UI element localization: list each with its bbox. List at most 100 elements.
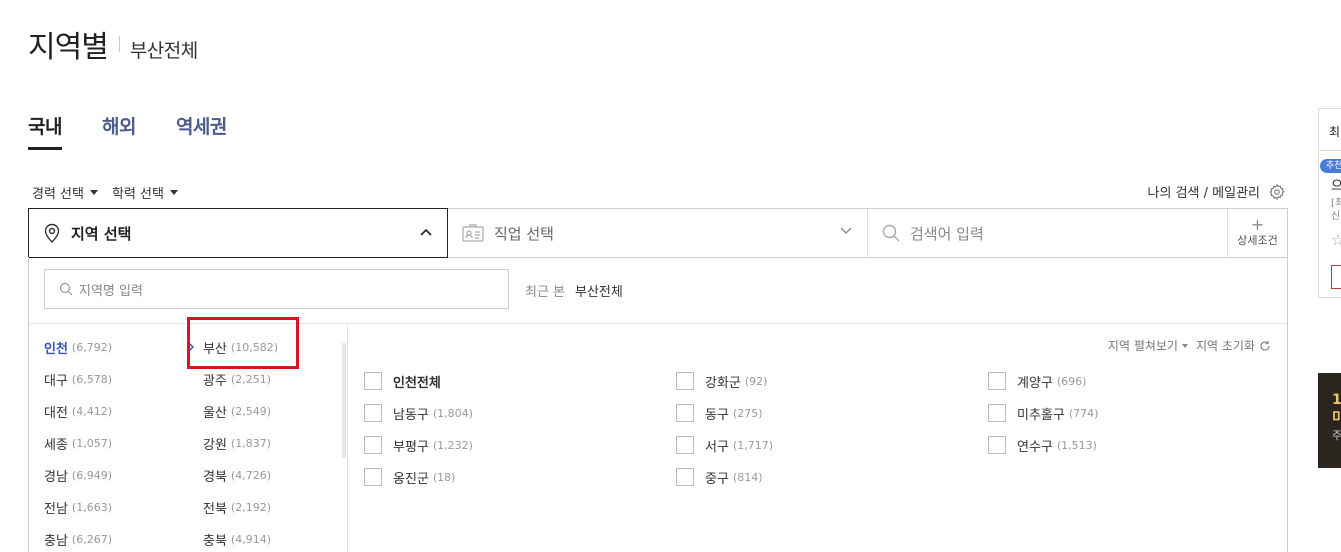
region-item-sejong[interactable]: 세종 (1,057) — [44, 427, 194, 459]
region-item-jeonnam[interactable]: 전남 (1,663) — [44, 491, 194, 523]
ad-text: 미 — [1332, 410, 1341, 426]
detail-conditions-label: 상세조건 — [1237, 234, 1278, 247]
checkbox[interactable] — [364, 404, 382, 422]
career-filter-dropdown[interactable]: 경력 선택 — [32, 183, 98, 202]
tab-station-area[interactable]: 역세권 — [176, 112, 227, 150]
side-widget-subtext: [최 신 — [1331, 197, 1341, 223]
district-item-jung[interactable]: 중구 (814) — [676, 461, 988, 493]
district-item-gyeyang[interactable]: 계양구 (696) — [988, 365, 1300, 397]
caret-down-icon — [169, 190, 178, 195]
star-icon[interactable]: ☆ — [1331, 231, 1341, 249]
district-item-bupyeong[interactable]: 부평구 (1,232) — [364, 429, 676, 461]
checkbox[interactable] — [364, 436, 382, 454]
side-widget-header[interactable]: 최 — [1319, 109, 1341, 151]
detail-conditions-button[interactable]: + 상세조건 — [1227, 209, 1287, 257]
keyword-search-input[interactable]: 검색어 입력 — [868, 209, 1227, 257]
recent-viewed: 최근 본 부산전체 — [525, 281, 623, 300]
checkbox[interactable] — [676, 468, 694, 486]
side-widget-subtext-line: 신 — [1331, 211, 1341, 222]
checkbox[interactable] — [988, 372, 1006, 390]
caret-down-icon — [89, 190, 98, 195]
side-widget-text[interactable]: 으 — [1331, 175, 1341, 194]
district-count: (1,232) — [432, 438, 473, 452]
region-item-count: (1,663) — [71, 500, 112, 514]
district-item-seo[interactable]: 서구 (1,717) — [676, 429, 988, 461]
region-item-count: (1,057) — [71, 436, 112, 450]
my-search-label: 나의 검색 / 메일관리 — [1147, 186, 1260, 201]
checkbox[interactable] — [364, 468, 382, 486]
recent-value-link[interactable]: 부산전체 — [575, 281, 623, 300]
district-item-namdong[interactable]: 남동구 (1,804) — [364, 397, 676, 429]
search-bar: 지역 선택 직업 선택 검색어 입력 + 상세조건 — [28, 208, 1288, 258]
region-item-name: 광주 — [203, 373, 227, 389]
page-title-sub: 부산전체 — [129, 40, 198, 62]
checkbox[interactable] — [364, 372, 382, 390]
region-item-chungbuk[interactable]: 충북 (4,914) — [203, 523, 333, 552]
region-item-chungnam[interactable]: 충남 (6,267) — [44, 523, 194, 552]
district-item-michuhol[interactable]: 미추홀구 (774) — [988, 397, 1300, 429]
district-count: (1,717) — [732, 438, 773, 452]
checkbox[interactable] — [988, 436, 1006, 454]
job-card-icon — [462, 224, 484, 242]
checkbox[interactable] — [676, 436, 694, 454]
region-select[interactable]: 지역 선택 — [28, 208, 448, 258]
job-select[interactable]: 직업 선택 — [448, 209, 868, 257]
district-name: 부평구 — [393, 439, 429, 455]
tab-overseas[interactable]: 해외 — [102, 112, 136, 150]
district-item-dong[interactable]: 동구 (275) — [676, 397, 988, 429]
caret-down-icon — [1181, 343, 1188, 348]
recent-label: 최근 본 — [525, 285, 566, 300]
region-item-incheon[interactable]: 인천 (6,792) — [44, 331, 194, 363]
side-ad-banner[interactable]: 1( 미 주 — [1318, 373, 1341, 468]
checkbox[interactable] — [988, 404, 1006, 422]
tab-domestic[interactable]: 국내 — [28, 112, 62, 150]
district-item-yeonsu[interactable]: 연수구 (1,513) — [988, 429, 1300, 461]
region-name-search-input[interactable]: 지역명 입력 — [44, 269, 509, 309]
title-divider — [118, 36, 120, 52]
region-item-daejeon[interactable]: 대전 (4,412) — [44, 395, 194, 427]
education-filter-label: 학력 선택 — [111, 187, 164, 202]
district-item-ongjin[interactable]: 옹진군 (18) — [364, 461, 676, 493]
region-item-name: 경북 — [203, 469, 227, 485]
reset-regions-label: 지역 초기화 — [1195, 339, 1255, 353]
reset-regions-button[interactable]: 지역 초기화 — [1196, 337, 1271, 354]
region-item-count: (6,267) — [71, 532, 112, 546]
district-name: 서구 — [705, 439, 729, 455]
column-divider — [347, 323, 348, 552]
region-item-name: 인천 — [44, 341, 68, 357]
region-item-jeonbuk[interactable]: 전북 (2,192) — [203, 491, 333, 523]
region-item-name: 충남 — [44, 533, 68, 549]
district-item-incheon-all[interactable]: 인천전체 — [364, 365, 676, 397]
checkbox[interactable] — [676, 372, 694, 390]
region-item-gyeongbuk[interactable]: 경북 (4,726) — [203, 459, 333, 491]
region-panel: 지역명 입력 최근 본 부산전체 인천 (6,792) 대구 (6,578) 대전(… — [28, 257, 1288, 552]
district-item-ganghwa[interactable]: 강화군 (92) — [676, 365, 988, 397]
region-item-count: (1,837) — [230, 436, 271, 450]
side-recent-widget: 최 추천 으 [최 신 ☆ — [1318, 108, 1341, 298]
region-list-scrollbar[interactable] — [342, 343, 346, 458]
region-item-count: (4,412) — [71, 404, 112, 418]
region-item-daegu[interactable]: 대구 (6,578) — [44, 363, 194, 395]
region-item-name: 세종 — [44, 437, 68, 453]
recommend-badge: 추천 — [1320, 159, 1341, 173]
district-count: (814) — [732, 470, 763, 484]
side-widget-button[interactable] — [1331, 265, 1341, 289]
search-icon — [882, 224, 900, 242]
region-item-ulsan[interactable]: 울산 (2,549) — [203, 395, 333, 427]
region-item-name: 전북 — [203, 501, 227, 517]
checkbox[interactable] — [676, 404, 694, 422]
career-filter-label: 경력 선택 — [32, 187, 84, 202]
chevron-up-icon — [420, 228, 432, 236]
region-item-name: 경남 — [44, 469, 68, 485]
education-filter-dropdown[interactable]: 학력 선택 — [112, 183, 178, 202]
region-item-count: (2,192) — [230, 500, 271, 514]
expand-regions-button[interactable]: 지역 펼쳐보기 — [1108, 337, 1188, 354]
district-name: 옹진군 — [393, 471, 429, 487]
region-item-gangwon[interactable]: 강원 (1,837) — [203, 427, 333, 459]
my-search-link[interactable]: 나의 검색 / 메일관리 — [1148, 182, 1286, 201]
region-list-column-1: 인천 (6,792) 대구 (6,578) 대전 (4,412) 세종 (1,057) … — [44, 331, 194, 552]
page-title-main: 지역별 — [28, 30, 109, 65]
region-item-gyeongnam[interactable]: 경남 (6,949) — [44, 459, 194, 491]
district-count: (18) — [432, 470, 456, 484]
busan-highlight-box — [187, 317, 299, 369]
